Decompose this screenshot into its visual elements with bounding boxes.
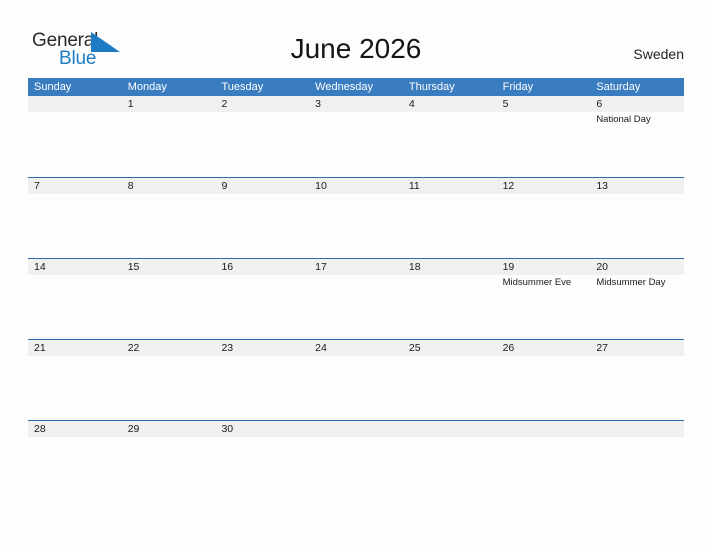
calendar-day-cell-empty — [403, 421, 497, 501]
calendar-day-cell[interactable]: 3 — [309, 96, 403, 177]
page-title: June 2026 — [290, 33, 422, 64]
day-number: 4 — [408, 98, 415, 110]
calendar-week-row: 21 22 23 24 25 26 27 — [28, 339, 684, 420]
country-label: Sweden — [633, 46, 684, 62]
calendar-grid: Sunday Monday Tuesday Wednesday Thursday… — [28, 78, 684, 501]
day-number: 10 — [315, 180, 327, 192]
calendar-day-cell[interactable]: 19 Midsummer Eve — [497, 259, 591, 339]
calendar-day-cell[interactable]: 5 — [497, 96, 591, 177]
calendar-day-cell[interactable]: 10 — [309, 178, 403, 258]
calendar-day-cell[interactable]: 11 — [403, 178, 497, 258]
day-number: 13 — [596, 180, 608, 192]
calendar-day-cell[interactable]: 20 Midsummer Day — [590, 259, 684, 339]
day-number: 22 — [127, 342, 140, 354]
calendar-day-cell[interactable]: 23 — [215, 340, 309, 420]
calendar-day-cell[interactable]: 26 — [497, 340, 591, 420]
day-number: 15 — [127, 261, 140, 273]
calendar-day-cell[interactable]: 12 — [497, 178, 591, 258]
day-number: 6 — [596, 98, 603, 110]
day-events: Midsummer Day — [596, 276, 684, 289]
day-number: 3 — [315, 98, 321, 110]
calendar-day-cell[interactable]: 18 — [403, 259, 497, 339]
calendar-page: General Blue June 2026 Sweden Sunday Mon… — [0, 0, 712, 550]
day-number: 7 — [34, 180, 40, 192]
weekday-header-wednesday: Wednesday — [315, 81, 374, 93]
calendar-day-cell[interactable]: 6 National Day — [590, 96, 684, 177]
calendar-day-cell[interactable]: 24 — [309, 340, 403, 420]
day-events: National Day — [596, 113, 684, 126]
calendar-day-cell[interactable]: 22 — [122, 340, 216, 420]
day-number: 14 — [34, 261, 46, 273]
day-number: 17 — [315, 261, 327, 273]
day-number: 19 — [502, 261, 515, 273]
holiday-event-label: Midsummer Eve — [502, 277, 572, 288]
calendar-week-row: 28 29 30 — [28, 420, 684, 501]
day-number: 8 — [127, 180, 134, 192]
holiday-event-label: Midsummer Day — [596, 277, 666, 288]
day-number: 26 — [502, 342, 515, 354]
calendar-day-cell[interactable]: 16 — [215, 259, 309, 339]
calendar-day-cell-empty — [497, 421, 591, 501]
calendar-day-cell[interactable]: 25 — [403, 340, 497, 420]
day-number: 29 — [127, 423, 140, 435]
day-number: 11 — [408, 180, 420, 192]
calendar-day-cell[interactable]: 17 — [309, 259, 403, 339]
day-number: 24 — [315, 342, 327, 354]
day-number: 23 — [221, 342, 234, 354]
calendar-day-cell[interactable]: 27 — [590, 340, 684, 420]
day-number: 16 — [221, 261, 234, 273]
calendar-day-cell[interactable]: 7 — [28, 178, 122, 258]
calendar-day-cell-empty — [309, 421, 403, 501]
calendar-week-row: 1 2 3 4 5 6 National Day — [28, 96, 684, 177]
day-number: 27 — [596, 342, 608, 354]
calendar-day-cell[interactable]: 21 — [28, 340, 122, 420]
day-number: 18 — [408, 261, 421, 273]
weekday-header-friday: Friday — [502, 81, 534, 93]
weekday-header-monday: Monday — [127, 81, 167, 93]
weekday-header-row: Sunday Monday Tuesday Wednesday Thursday… — [28, 78, 684, 96]
holiday-event-label: National Day — [596, 114, 651, 125]
calendar-day-cell[interactable]: 29 — [122, 421, 216, 501]
day-number: 5 — [502, 98, 509, 110]
day-events: Midsummer Eve — [503, 276, 591, 289]
day-number: 20 — [596, 261, 608, 273]
day-number: 25 — [408, 342, 421, 354]
calendar-day-cell[interactable]: 8 — [122, 178, 216, 258]
weekday-header-saturday: Saturday — [596, 81, 641, 93]
calendar-day-cell[interactable]: 1 — [122, 96, 216, 177]
day-number: 9 — [221, 180, 228, 192]
page-header: General Blue June 2026 Sweden — [0, 0, 712, 74]
weekday-header-sunday: Sunday — [34, 81, 72, 93]
calendar-day-cell[interactable]: 13 — [590, 178, 684, 258]
calendar-day-cell[interactable]: 2 — [215, 96, 309, 177]
calendar-day-cell[interactable]: 30 — [215, 421, 309, 501]
day-number: 28 — [34, 423, 46, 435]
calendar-week-row: 7 8 9 10 11 12 13 — [28, 177, 684, 258]
day-number: 12 — [502, 180, 515, 192]
calendar-day-cell[interactable]: 9 — [215, 178, 309, 258]
calendar-day-cell[interactable]: 4 — [403, 96, 497, 177]
calendar-day-cell[interactable]: 28 — [28, 421, 122, 501]
calendar-day-cell-empty — [28, 96, 122, 177]
day-number: 21 — [34, 342, 46, 354]
calendar-day-cell-empty — [590, 421, 684, 501]
calendar-weeks: 1 2 3 4 5 6 National Day 7 8 9 10 11 12 13 14 15 16 17 18 1… — [28, 96, 684, 501]
weekday-header-tuesday: Tuesday — [221, 81, 264, 93]
day-number: 1 — [127, 98, 134, 110]
calendar-day-cell[interactable]: 15 — [122, 259, 216, 339]
day-number: 30 — [221, 423, 234, 435]
calendar-day-cell[interactable]: 14 — [28, 259, 122, 339]
day-number: 2 — [221, 98, 228, 110]
calendar-week-row: 14 15 16 17 18 19 Midsummer Eve 20 Midsummer Day — [28, 258, 684, 339]
weekday-header-thursday: Thursday — [408, 81, 455, 93]
